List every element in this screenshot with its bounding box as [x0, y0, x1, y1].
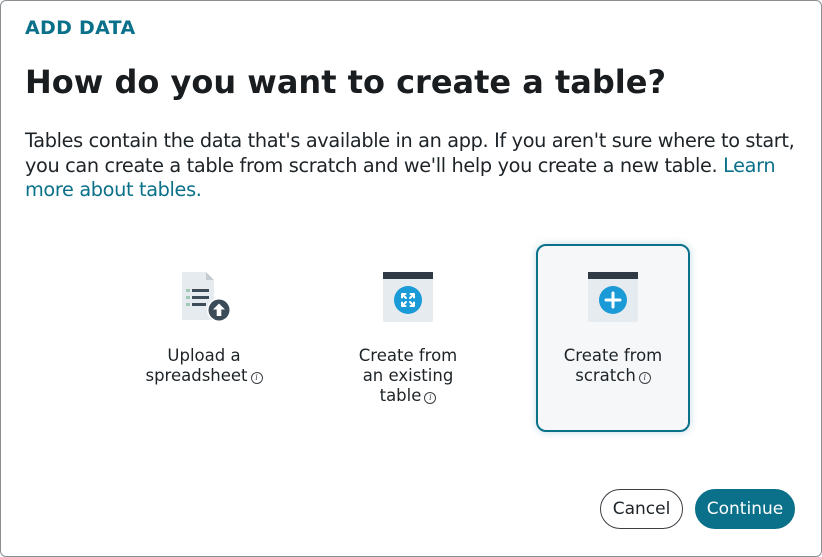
option-label-text: Create from an existing table	[358, 346, 458, 405]
dialog-description: Tables contain the data that's available…	[25, 129, 801, 203]
dialog-title: How do you want to create a table?	[25, 63, 667, 101]
option-label-text: Upload a spreadsheet	[145, 346, 248, 385]
description-text: Tables contain the data that's available…	[25, 129, 795, 177]
info-icon[interactable]: i	[424, 392, 437, 404]
cancel-button[interactable]: Cancel	[600, 489, 683, 529]
spreadsheet-upload-icon	[176, 270, 232, 326]
option-create-from-scratch[interactable]: Create from scratch i	[536, 244, 690, 432]
option-label: Create from scratch i	[538, 346, 688, 386]
table-add-icon	[585, 270, 641, 326]
option-upload-spreadsheet[interactable]: Upload a spreadsheet i	[127, 244, 281, 432]
info-icon[interactable]: i	[250, 372, 263, 384]
option-label: Create from an existing table i	[333, 346, 483, 406]
dialog-eyebrow: ADD DATA	[25, 17, 136, 39]
info-icon[interactable]: i	[638, 372, 651, 384]
add-data-dialog: ADD DATA How do you want to create a tab…	[0, 0, 822, 557]
continue-button[interactable]: Continue	[695, 489, 795, 529]
table-expand-icon	[380, 270, 436, 326]
option-label: Upload a spreadsheet i	[129, 346, 279, 386]
option-create-from-existing[interactable]: Create from an existing table i	[331, 244, 485, 432]
